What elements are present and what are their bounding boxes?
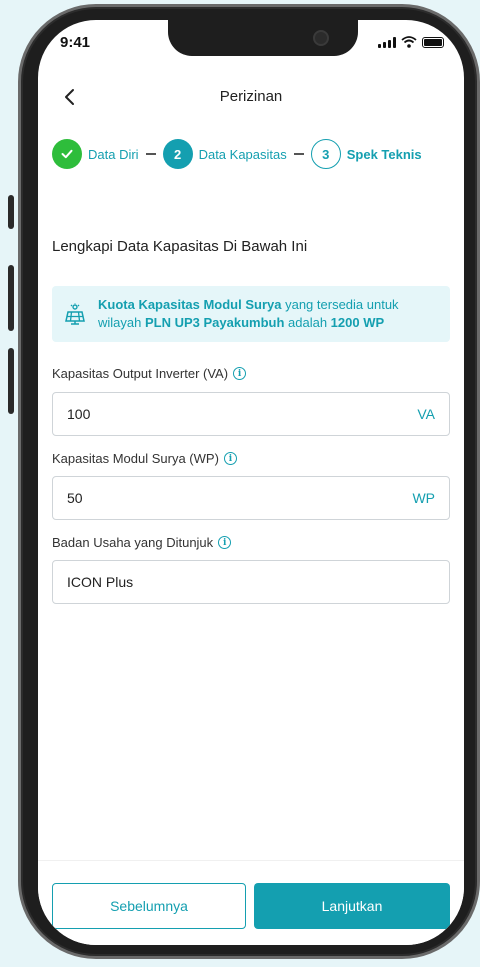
info-icon[interactable]: i [233,367,247,380]
silent-switch [8,195,14,229]
step-1-label: Data Diri [88,146,139,162]
inverter-unit: VA [417,406,435,422]
solar-panel-icon [65,303,85,325]
progress-stepper: Data Diri 2 Data Kapasitas 3 Spek Teknis [52,138,422,170]
next-button[interactable]: Lanjutkan [254,883,450,929]
module-value: 50 [67,490,83,506]
page-title: Perizinan [219,88,283,105]
info-icon[interactable]: i [218,536,232,549]
volume-up-button [8,265,14,331]
step-2-label: Data Kapasitas [198,146,287,162]
battery-icon [422,36,444,48]
company-value: ICON Plus [67,574,134,590]
inverter-value: 100 [67,406,91,422]
app-header: Perizinan [38,84,464,112]
module-label: Kapasitas Modul Surya (WP) i [52,451,237,466]
step-divider [293,153,304,155]
volume-down-button [8,348,14,414]
quota-info-text: Kuota Kapasitas Modul Surya yang tersedi… [98,297,399,330]
notch [168,20,358,56]
bottom-action-bar: Sebelumnya Lanjutkan [38,860,464,945]
camera [313,30,329,46]
step-3-number: 3 [310,139,341,169]
company-input[interactable]: ICON Plus [52,560,450,604]
module-unit: WP [412,490,435,506]
company-label: Badan Usaha yang Ditunjuk i [52,535,232,550]
status-time: 9:41 [60,34,91,51]
module-capacity-input[interactable]: 50 WP [52,476,450,520]
step-1-check-icon [52,139,82,169]
section-title: Lengkapi Data Kapasitas Di Bawah Ini [52,238,308,255]
status-icons [378,36,444,48]
wifi-icon [401,36,417,48]
signal-icon [378,36,396,48]
inverter-capacity-input[interactable]: 100 VA [52,392,450,436]
inverter-label: Kapasitas Output Inverter (VA) i [52,366,247,381]
previous-button[interactable]: Sebelumnya [52,883,246,929]
step-2-number: 2 [162,139,193,169]
step-divider [145,153,156,155]
step-3-label: Spek Teknis [346,146,422,162]
app-screen: 9:41 Perizinan Data Diri 2 Data Kapasita… [38,20,464,945]
info-icon[interactable]: i [223,452,237,465]
quota-info-box: Kuota Kapasitas Modul Surya yang tersedi… [52,286,450,342]
